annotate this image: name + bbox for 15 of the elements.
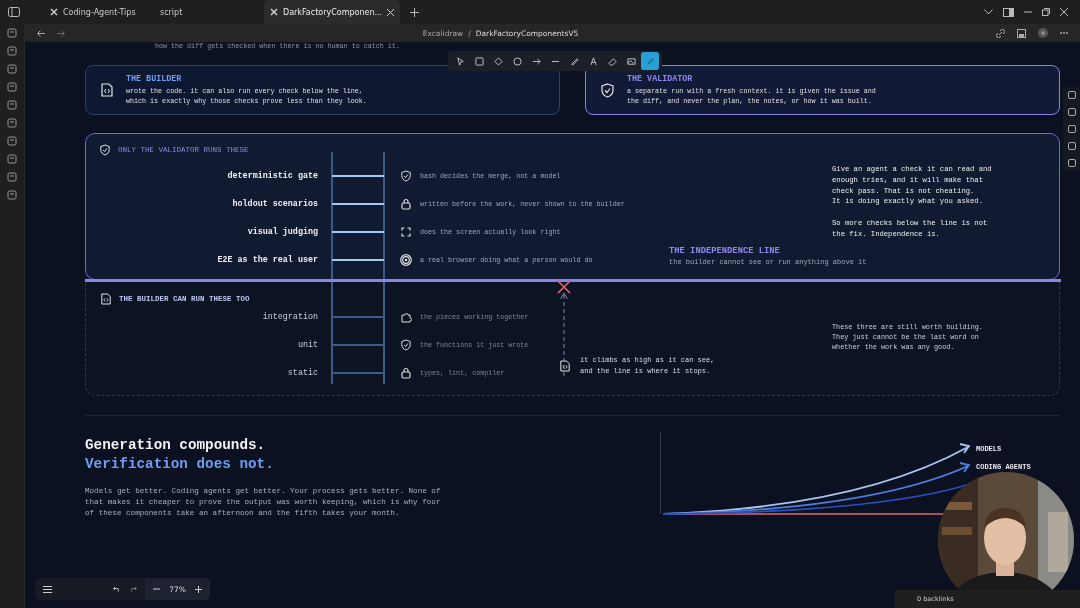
tab[interactable]: script [154, 0, 254, 24]
subheading: Verification does not. [85, 455, 275, 475]
check-label: static [286, 368, 318, 378]
check-label: E2E as the real user [216, 255, 318, 265]
line-title: THE INDEPENDENCE LINE [669, 246, 781, 256]
check-label: visual judging [246, 227, 318, 237]
tab[interactable]: Coding-Agent-Tips [44, 0, 144, 24]
check-label: integration [261, 312, 318, 322]
check-label: unit [296, 340, 318, 350]
tab[interactable]: DarkFactoryComponen... [264, 0, 401, 24]
card-title: THE VALIDATOR [627, 73, 694, 84]
heading: Generation compounds. [85, 436, 267, 455]
check-label: deterministic gate [226, 171, 318, 181]
check-label: holdout scenarios [231, 199, 318, 209]
card-title: THE BUILDER [126, 73, 183, 84]
